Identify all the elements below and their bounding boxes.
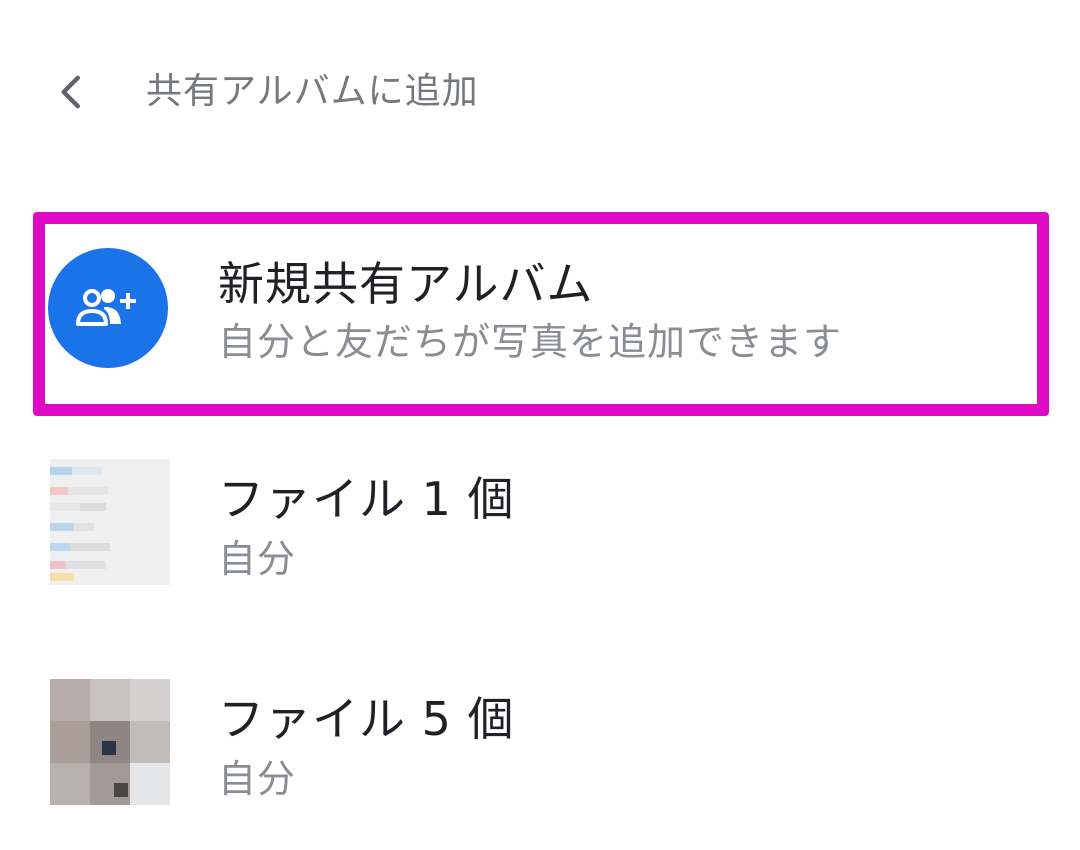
- album-list-item[interactable]: ファイル 1 個 自分: [40, 455, 1040, 595]
- page-title: 共有アルバムに追加: [146, 71, 479, 112]
- new-album-avatar: [48, 248, 168, 368]
- album-thumbnail: [50, 459, 170, 585]
- top-app-bar: 共有アルバムに追加: [0, 0, 1080, 185]
- back-button[interactable]: [40, 60, 104, 124]
- highlight-frame: [33, 212, 1049, 416]
- group-add-icon: [76, 289, 136, 326]
- album-owner: 自分: [218, 537, 297, 581]
- album-title: ファイル 5 個: [218, 692, 515, 746]
- album-thumbnail: [50, 679, 170, 805]
- new-shared-album-item[interactable]: 新規共有アルバム 自分と友だちが写真を追加できます: [33, 212, 1049, 416]
- new-album-subtitle: 自分と友だちが写真を追加できます: [218, 320, 843, 364]
- album-owner: 自分: [218, 757, 297, 801]
- new-album-title: 新規共有アルバム: [218, 257, 594, 311]
- chevron-left-icon: [61, 75, 81, 109]
- album-list-item[interactable]: ファイル 5 個 自分: [40, 675, 1040, 815]
- album-title: ファイル 1 個: [218, 472, 515, 526]
